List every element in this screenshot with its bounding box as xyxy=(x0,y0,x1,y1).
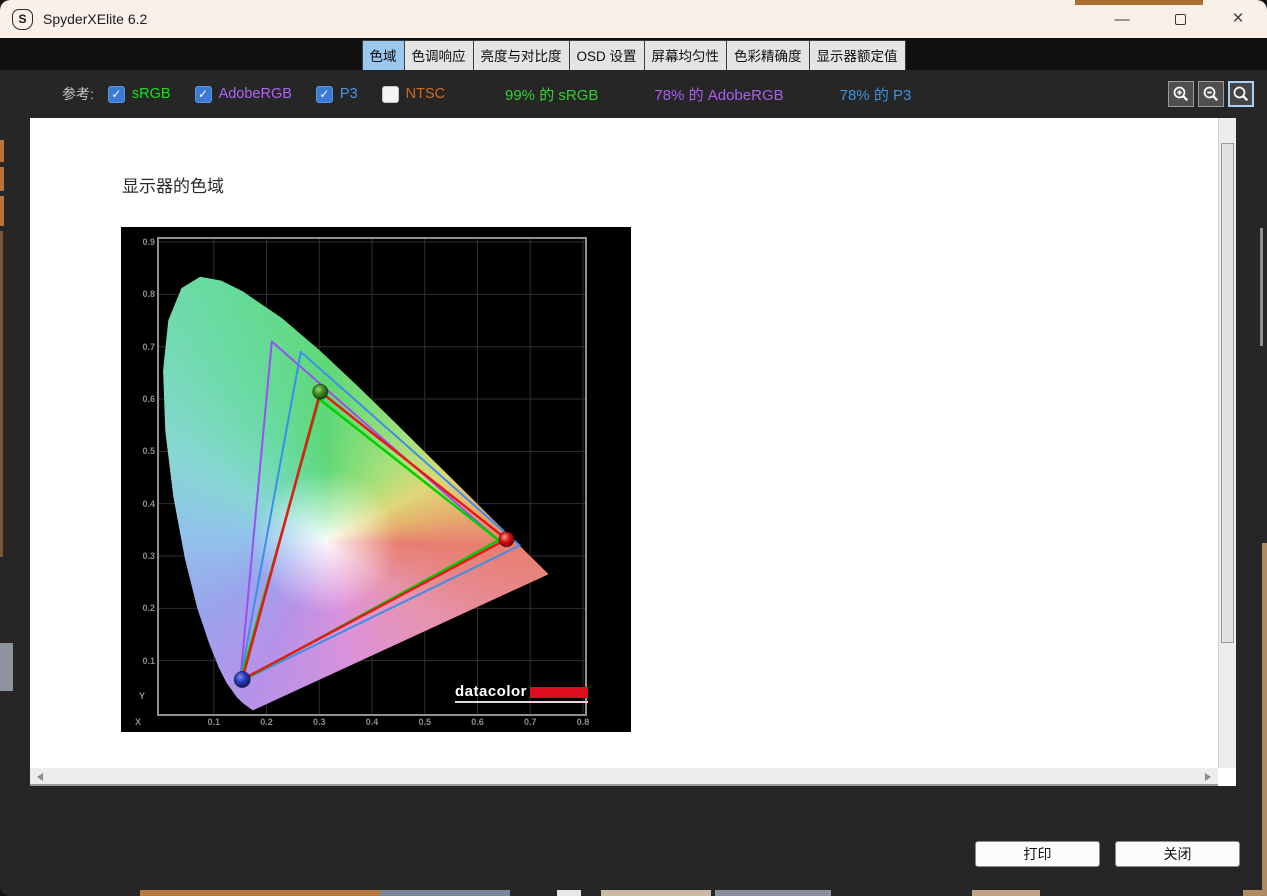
datacolor-logo-redbar xyxy=(530,687,589,698)
print-button[interactable]: 打印 xyxy=(975,841,1100,867)
reference-AdobeRGB: ✓ AdobeRGB xyxy=(194,85,292,103)
reference-checkboxes: ✓ sRGB ✓ AdobeRGB ✓ P3 NTSC xyxy=(107,85,446,103)
background-window-sliver-0 xyxy=(1075,0,1203,5)
y-tick-0.9: 0.9 xyxy=(142,237,155,248)
titlebar[interactable]: S SpyderXElite 6.2 — × xyxy=(0,0,1267,38)
tab-item-5[interactable]: 色彩精确度 xyxy=(727,41,809,70)
reference-name-P3: P3 xyxy=(339,86,358,102)
window-title: SpyderXElite 6.2 xyxy=(43,11,148,27)
gamut-results: 99% 的 sRGB 78% 的 AdobeRGB 78% 的 P3 xyxy=(505,70,911,118)
checkbox-NTSC[interactable] xyxy=(381,85,399,103)
checkbox-AdobeRGB[interactable]: ✓ xyxy=(194,85,212,103)
x-tick-0.8: 0.8 xyxy=(576,717,590,727)
minimize-button[interactable]: — xyxy=(1093,0,1151,38)
scrollbar-corner xyxy=(1218,768,1236,786)
tab-item-3[interactable]: OSD 设置 xyxy=(569,41,644,70)
zoom-out-button[interactable] xyxy=(1198,81,1224,107)
background-window-sliver-8 xyxy=(140,890,380,896)
reference-P3: ✓ P3 xyxy=(315,85,358,103)
y-tick-0.3: 0.3 xyxy=(142,551,155,561)
y-axis-label: Y xyxy=(139,691,146,701)
zoom-in-icon xyxy=(1173,86,1189,102)
x-axis-label: X xyxy=(135,717,142,727)
checkbox-sRGB[interactable]: ✓ xyxy=(107,85,125,103)
x-tick-0.1: 0.1 xyxy=(207,717,220,727)
horizontal-scrollbar[interactable] xyxy=(30,768,1218,786)
window-controls: — × xyxy=(1093,0,1267,38)
background-window-sliver-10 xyxy=(557,890,581,896)
vertical-scrollbar-thumb[interactable] xyxy=(1221,143,1234,643)
datacolor-logo-text: datacolor xyxy=(455,683,528,700)
background-window-sliver-5 xyxy=(0,643,13,691)
y-tick-0.1: 0.1 xyxy=(142,655,155,666)
content-panel: 显示器的色域 0.1 0.2 0.3 0.4 0.5 0.6 0.7 0.8 0.9 0.1 0.2… xyxy=(30,118,1218,768)
vertical-scrollbar[interactable] xyxy=(1218,118,1236,768)
background-window-sliver-12 xyxy=(715,890,831,896)
toolbar: 参考: ✓ sRGB ✓ AdobeRGB ✓ P3 NTSC 99% 的 sRGB 78% … xyxy=(0,70,1267,118)
y-tick-0.7: 0.7 xyxy=(142,341,155,352)
scroll-right-arrow-icon[interactable] xyxy=(1205,773,1211,781)
zoom-reset-icon xyxy=(1233,86,1249,102)
checkbox-P3[interactable]: ✓ xyxy=(315,85,333,103)
tab-item-6[interactable]: 显示器额定值 xyxy=(809,41,905,70)
gamut-triangles xyxy=(157,237,587,716)
zoom-button-group xyxy=(1168,81,1254,107)
reference-name-AdobeRGB: AdobeRGB xyxy=(218,86,292,102)
reference-sRGB: ✓ sRGB xyxy=(107,85,171,103)
x-tick-0.6: 0.6 xyxy=(471,717,484,727)
close-dialog-button[interactable]: 关闭 xyxy=(1115,841,1240,867)
datacolor-logo: datacolor xyxy=(455,683,589,703)
tab-item-4[interactable]: 屏幕均匀性 xyxy=(644,41,727,70)
maximize-button[interactable] xyxy=(1151,0,1209,38)
background-window-sliver-6 xyxy=(1260,228,1263,346)
background-window-sliver-14 xyxy=(1243,890,1267,896)
close-button[interactable]: × xyxy=(1209,0,1267,38)
reference-NTSC: NTSC xyxy=(381,85,446,103)
chart-title: 显示器的色域 xyxy=(122,177,224,196)
gamut-result-1: 78% 的 AdobeRGB xyxy=(654,86,784,104)
x-tick-0.2: 0.2 xyxy=(260,717,273,727)
tab-item-0[interactable]: 色域 xyxy=(362,41,404,70)
tab-item-2[interactable]: 亮度与对比度 xyxy=(473,41,569,70)
tab-item-1[interactable]: 色调响应 xyxy=(404,41,473,70)
reference-name-NTSC: NTSC xyxy=(405,86,446,102)
gamut-chart: 0.1 0.2 0.3 0.4 0.5 0.6 0.7 0.8 0.9 0.1 0.2 0.3 0.4 0… xyxy=(121,227,631,732)
background-window-sliver-4 xyxy=(0,231,3,557)
reference-name-sRGB: sRGB xyxy=(131,86,171,102)
screen: S SpyderXElite 6.2 — × 色域 色调响应 亮度与对比度 OSD 设… xyxy=(0,0,1267,896)
y-tick-0.5: 0.5 xyxy=(142,446,155,457)
background-window-sliver-3 xyxy=(0,196,4,226)
y-tick-0.4: 0.4 xyxy=(142,498,155,509)
zoom-reset-button[interactable] xyxy=(1228,81,1254,107)
x-tick-0.3: 0.3 xyxy=(312,717,326,727)
maximize-icon xyxy=(1174,13,1186,25)
background-window-sliver-11 xyxy=(601,890,711,896)
x-tick-0.4: 0.4 xyxy=(365,717,379,727)
tab-strip: 色域 色调响应 亮度与对比度 OSD 设置 屏幕均匀性 色彩精确度 显示器额定值 xyxy=(361,40,906,71)
background-window-sliver-7 xyxy=(1262,543,1267,890)
scroll-left-arrow-icon[interactable] xyxy=(37,773,43,781)
x-tick-0.5: 0.5 xyxy=(418,717,431,727)
tab-bar: 色域 色调响应 亮度与对比度 OSD 设置 屏幕均匀性 色彩精确度 显示器额定值 xyxy=(0,38,1267,71)
y-tick-0.8: 0.8 xyxy=(142,289,155,300)
zoom-out-icon xyxy=(1203,86,1219,102)
gamut-result-2: 78% 的 P3 xyxy=(839,86,912,104)
app-window: S SpyderXElite 6.2 — × 色域 色调响应 亮度与对比度 OSD 设… xyxy=(0,0,1267,896)
background-window-sliver-13 xyxy=(972,890,1040,896)
reference-label: 参考: xyxy=(62,86,94,102)
app-logo-icon: S xyxy=(12,8,33,30)
zoom-in-button[interactable] xyxy=(1168,81,1194,107)
background-window-sliver-1 xyxy=(0,140,4,162)
gamut-result-0: 99% 的 sRGB xyxy=(505,86,599,104)
background-window-sliver-2 xyxy=(0,167,4,191)
x-tick-0.7: 0.7 xyxy=(523,717,537,727)
background-window-sliver-9 xyxy=(380,890,510,896)
y-tick-0.6: 0.6 xyxy=(142,394,155,405)
y-tick-0.2: 0.2 xyxy=(142,603,155,614)
